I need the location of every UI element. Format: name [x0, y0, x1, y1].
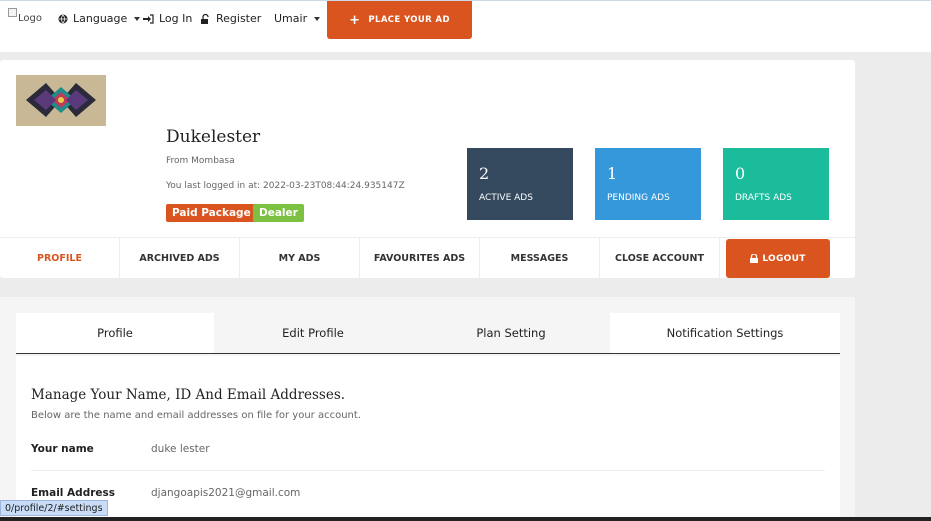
paid-package-badge: Paid Package — [166, 204, 257, 222]
name-label: Your name — [31, 442, 94, 455]
profile-tabs: PROFILE ARCHIVED ADS MY ADS FAVOURITES A… — [0, 237, 855, 278]
logo-alt-text: Logo — [18, 13, 42, 24]
name-value: duke lester — [151, 442, 210, 455]
active-ads-label: ACTIVE ADS — [479, 193, 533, 203]
name-row: Your name duke lester — [31, 427, 825, 471]
logout-button[interactable]: LOGOUT — [726, 239, 830, 278]
login-link[interactable]: Log In — [143, 12, 192, 25]
settings-tab-edit-profile[interactable]: Edit Profile — [214, 313, 412, 353]
site-logo[interactable]: Logo — [8, 7, 42, 24]
settings-content: Manage Your Name, ID And Email Addresses… — [16, 356, 840, 521]
language-dropdown[interactable]: Language — [58, 12, 141, 25]
pending-ads-stat[interactable]: 1 PENDING ADS — [595, 148, 701, 220]
tab-favourites-ads[interactable]: FAVOURITES ADS — [360, 238, 480, 278]
avatar — [16, 75, 106, 126]
tab-messages[interactable]: MESSAGES — [480, 238, 600, 278]
drafts-ads-stat[interactable]: 0 DRAFTS ADS — [723, 148, 829, 220]
tab-profile[interactable]: PROFILE — [0, 238, 120, 278]
window-bottom-edge — [0, 517, 931, 521]
language-label: Language — [73, 12, 128, 25]
tab-archived-ads[interactable]: ARCHIVED ADS — [120, 238, 240, 278]
email-value: djangoapis2021@gmail.com — [151, 487, 301, 499]
settings-tab-notification-settings[interactable]: Notification Settings — [610, 313, 840, 353]
settings-tab-profile[interactable]: Profile — [16, 313, 214, 353]
active-ads-count: 2 — [479, 164, 490, 183]
broken-image-icon — [8, 8, 17, 17]
register-label: Register — [216, 12, 262, 25]
email-row: Email Address djangoapis2021@gmail.com — [31, 471, 825, 515]
profile-location: From Mombasa — [166, 156, 235, 166]
place-ad-button[interactable]: + PLACE YOUR AD — [327, 1, 472, 39]
unlock-icon — [201, 13, 209, 24]
caret-down-icon — [314, 16, 321, 21]
pending-ads-label: PENDING ADS — [607, 193, 670, 203]
logout-label: LOGOUT — [762, 253, 806, 264]
settings-subheading: Below are the name and email addresses o… — [31, 410, 361, 421]
settings-tab-plan-setting[interactable]: Plan Setting — [412, 313, 610, 353]
globe-icon — [58, 14, 68, 23]
user-name: Umair — [274, 12, 308, 25]
settings-heading: Manage Your Name, ID And Email Addresses… — [31, 387, 346, 403]
caret-down-icon — [134, 16, 141, 21]
settings-tabs: Profile Edit Profile Plan Setting Notifi… — [16, 313, 840, 354]
drafts-ads-count: 0 — [735, 164, 746, 183]
dealer-badge: Dealer — [253, 204, 304, 222]
lock-icon — [750, 254, 759, 263]
register-link[interactable]: Register — [201, 12, 261, 25]
settings-panel: Profile Edit Profile Plan Setting Notifi… — [0, 297, 855, 521]
place-ad-label: PLACE YOUR AD — [368, 15, 450, 25]
user-dropdown[interactable]: Umair — [274, 12, 321, 25]
last-login: You last logged in at: 2022-03-23T08:44:… — [166, 181, 405, 191]
login-label: Log In — [159, 12, 193, 25]
email-label: Email Address — [31, 487, 116, 499]
profile-name: Dukelester — [166, 127, 261, 147]
profile-card: Dukelester From Mombasa You last logged … — [0, 60, 855, 278]
tab-my-ads[interactable]: MY ADS — [240, 238, 360, 278]
top-navbar: Logo Language Log In Register Umair + PL… — [0, 0, 931, 52]
pending-ads-count: 1 — [607, 164, 618, 183]
drafts-ads-label: DRAFTS ADS — [735, 193, 792, 203]
status-bar-url: 0/profile/2/#settings — [0, 500, 108, 516]
sign-in-icon — [143, 13, 154, 24]
active-ads-stat[interactable]: 2 ACTIVE ADS — [467, 148, 573, 220]
plus-icon: + — [349, 12, 361, 28]
tab-close-account[interactable]: CLOSE ACCOUNT — [600, 238, 720, 278]
